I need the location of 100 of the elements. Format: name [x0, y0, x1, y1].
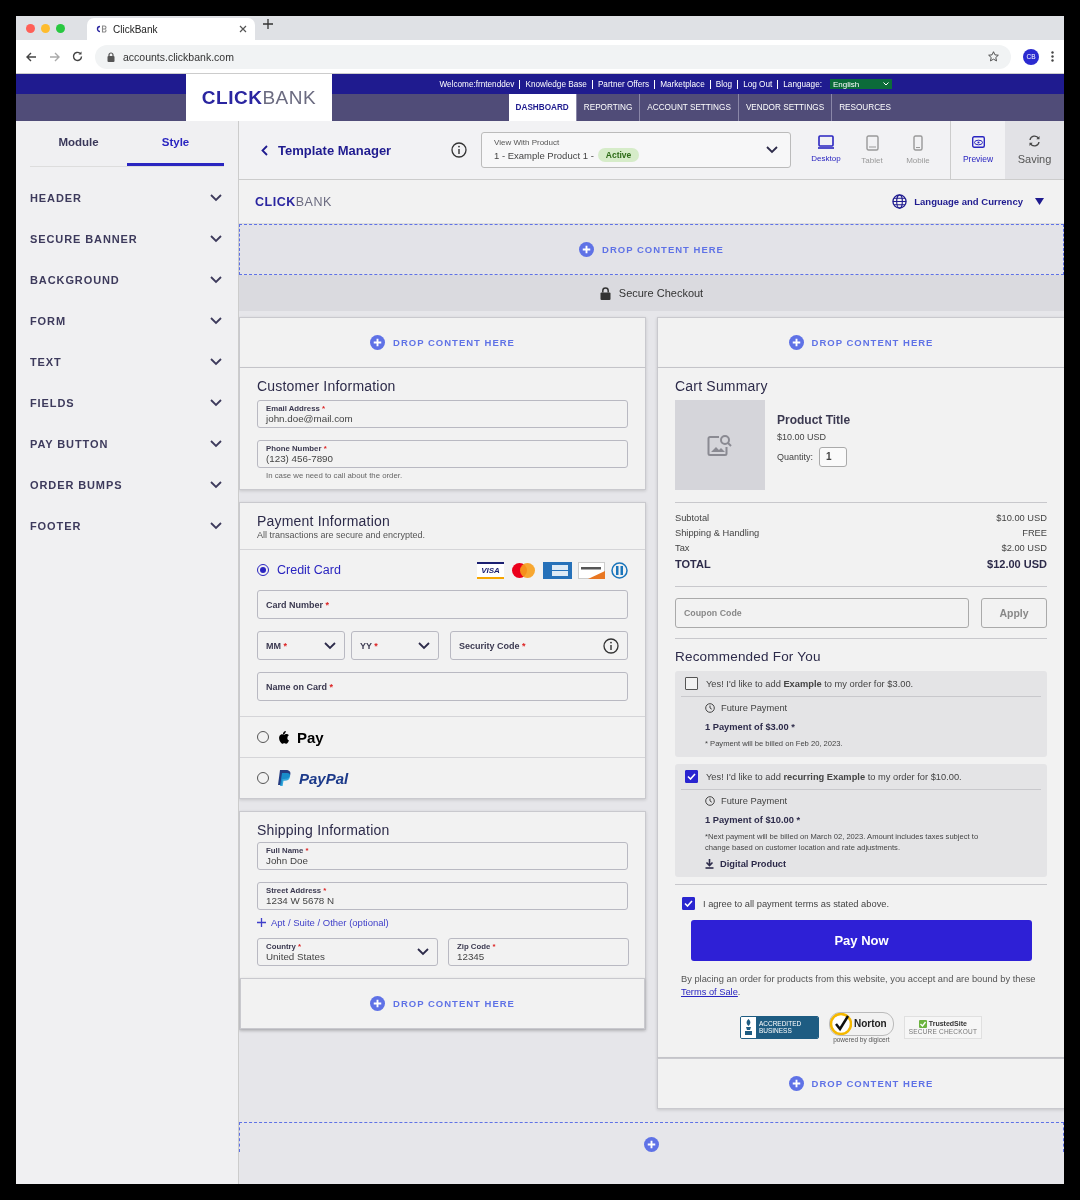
close-icon[interactable]: [239, 25, 247, 33]
section-toggle[interactable]: ORDER BUMPS: [30, 478, 123, 491]
checkbox[interactable]: [685, 677, 698, 690]
chevron-down-icon: [210, 357, 222, 366]
secure-banner: Secure Checkout: [239, 275, 1064, 311]
refresh-icon: [1028, 135, 1041, 147]
pay-now-button[interactable]: Pay Now: [691, 920, 1032, 961]
chevron-down-icon: [210, 521, 222, 530]
summary-label: Subtotal: [675, 513, 710, 523]
sidebar-tab[interactable]: Module: [30, 121, 127, 166]
section-toggle[interactable]: HEADER: [30, 191, 82, 204]
drop-zone[interactable]: [239, 1121, 1064, 1152]
page-title: Template Manager: [278, 142, 392, 158]
section-heading: Customer Information: [257, 378, 397, 394]
address-bar[interactable]: accounts.clickbank.com: [95, 44, 1011, 69]
product-type-label: Digital Product: [720, 859, 787, 869]
triangle-down-icon: [1035, 198, 1044, 205]
header-link[interactable]: Marketplace: [654, 79, 710, 89]
plus-icon: [370, 335, 386, 350]
logo[interactable]: CLICKBANK: [186, 74, 332, 121]
input-field[interactable]: Card Number *: [257, 590, 628, 619]
device-toggle[interactable]: Desktop: [803, 135, 849, 165]
drop-zone[interactable]: DROP CONTENT HERE: [657, 317, 1064, 368]
language-currency-menu[interactable]: Language and Currency: [892, 194, 1044, 209]
nav-tab[interactable]: DASHBOARD: [508, 94, 576, 121]
apple-icon: [277, 730, 289, 744]
input-field[interactable]: Security Code *: [450, 631, 628, 660]
browser-tab[interactable]: ClickBank: [87, 18, 255, 40]
plus-icon: [579, 242, 595, 257]
quantity-field[interactable]: 1: [819, 447, 848, 467]
star-icon[interactable]: [988, 51, 999, 62]
tablet-icon: [865, 135, 879, 151]
clock-icon: [705, 796, 715, 806]
phone-icon: [913, 135, 923, 151]
new-tab-icon[interactable]: [263, 18, 273, 31]
lock-icon: [107, 51, 115, 62]
header-link[interactable]: Knowledge Base: [519, 79, 592, 89]
input-field[interactable]: Name on Card *: [257, 672, 628, 701]
plus-icon: [788, 335, 804, 350]
favicon-icon: [95, 25, 107, 33]
payment-option-label: Pay: [297, 728, 324, 746]
summary-value: $12.00 USD: [987, 558, 1047, 570]
quantity-label: Quantity:: [777, 452, 814, 462]
header-link[interactable]: Partner Offers: [591, 79, 655, 89]
summary-value: FREE: [1022, 528, 1047, 538]
payment-amount: 1 Payment of $3.00 *: [705, 722, 796, 732]
torch-icon: [743, 1019, 753, 1036]
paypal-icon: [277, 769, 291, 787]
checkbox[interactable]: [685, 770, 698, 783]
plus-icon: [257, 918, 266, 927]
section-toggle[interactable]: FORM: [30, 314, 66, 327]
section-toggle[interactable]: PAY BUTTON: [30, 437, 109, 450]
eye-icon: [971, 136, 985, 148]
more-icon[interactable]: [1051, 51, 1054, 62]
section-toggle[interactable]: FOOTER: [30, 519, 82, 532]
summary-value: $10.00 USD: [996, 513, 1047, 523]
checkmark-seal-icon: [829, 1012, 852, 1035]
chevron-down-icon: [210, 398, 222, 407]
back-chevron-icon[interactable]: [261, 144, 268, 156]
product-title: Product Title: [777, 413, 851, 427]
check-icon: [918, 1019, 927, 1028]
card-logo: [543, 561, 572, 579]
section-toggle[interactable]: TEXT: [30, 355, 62, 368]
drop-zone[interactable]: DROP CONTENT HERE: [657, 1057, 1064, 1109]
sidebar-tab[interactable]: Style: [127, 121, 224, 166]
chevron-down-icon: [418, 641, 430, 650]
header-link[interactable]: Blog: [709, 79, 738, 89]
drop-zone[interactable]: DROP CONTENT HERE: [240, 978, 645, 1029]
back-arrow-icon[interactable]: [26, 51, 37, 62]
card-logo: [611, 561, 628, 579]
image-search-icon: [707, 433, 733, 457]
schedule-label: Future Payment: [721, 703, 788, 713]
chevron-down-icon: [210, 316, 222, 325]
chevron-down-icon: [210, 193, 222, 202]
payment-option-label: Credit Card: [277, 563, 341, 577]
checkbox[interactable]: [682, 897, 695, 910]
section-toggle[interactable]: FIELDS: [30, 396, 75, 409]
terms-link[interactable]: Terms of Sale: [681, 987, 738, 998]
reload-icon[interactable]: [72, 51, 83, 62]
chevron-down-icon: [210, 480, 222, 489]
section-toggle[interactable]: BACKGROUND: [30, 273, 120, 286]
header-link[interactable]: Log Out: [737, 79, 778, 89]
section-subtitle: All transactions are secure and encrypted.: [257, 530, 427, 540]
summary-label: TOTAL: [675, 558, 711, 570]
payment-option-label: PayPal: [299, 769, 349, 787]
select-field[interactable]: YY *: [351, 631, 439, 660]
section-heading: Cart Summary: [675, 378, 769, 394]
summary-label: Shipping & Handling: [675, 528, 760, 538]
chevron-down-icon: [324, 641, 336, 650]
add-address-line-link[interactable]: Apt / Suite / Other (optional): [257, 917, 628, 928]
info-icon: [603, 637, 619, 654]
language-select[interactable]: English: [830, 79, 892, 89]
select-field[interactable]: MM *: [257, 631, 345, 660]
clock-icon: [705, 703, 715, 713]
chevron-down-icon: [210, 275, 222, 284]
lock-icon: [599, 286, 611, 300]
product-select[interactable]: View With Product 1 - Example Product 1 - Active: [481, 132, 791, 168]
drop-zone[interactable]: DROP CONTENT HERE: [239, 317, 646, 368]
section-toggle[interactable]: SECURE BANNER: [30, 232, 138, 245]
chevron-down-icon: [766, 146, 778, 154]
